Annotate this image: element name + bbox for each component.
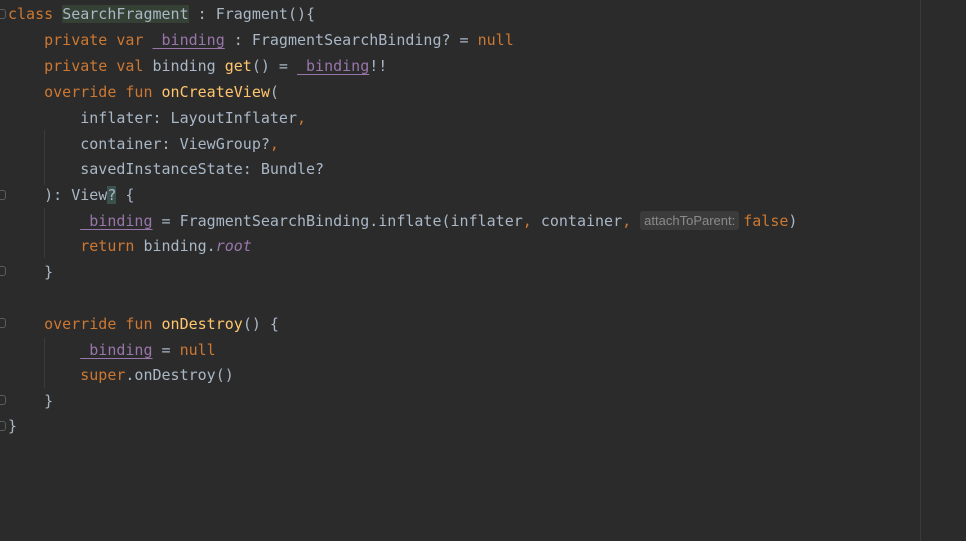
code-text: .onDestroy(): [125, 366, 234, 384]
code-text: }: [44, 263, 54, 281]
code-text: () {: [242, 315, 279, 333]
property: _binding: [297, 57, 370, 75]
code-line-3[interactable]: private val binding get() = _binding!!: [8, 54, 387, 79]
fold-marker-icon[interactable]: [0, 421, 6, 431]
code-text: !!: [369, 57, 388, 75]
code-text: {: [116, 186, 135, 204]
code-line-4[interactable]: override fun onCreateView(: [8, 80, 279, 105]
keyword: false: [743, 212, 789, 230]
code-text: binding: [152, 57, 225, 75]
code-text: = FragmentSearchBinding.inflate(inflater: [152, 212, 523, 230]
code-line-7[interactable]: savedInstanceState: Bundle?: [8, 157, 324, 182]
code-line-6[interactable]: container: ViewGroup?,: [8, 132, 279, 157]
code-line-9[interactable]: _binding = FragmentSearchBinding.inflate…: [8, 209, 797, 234]
function-name: onCreateView: [161, 83, 270, 101]
code-text: }: [44, 392, 54, 410]
keyword: private var: [44, 31, 153, 49]
punctuation: ,: [522, 212, 532, 230]
property: root: [215, 237, 252, 255]
code-text: }: [8, 417, 18, 435]
code-line-8[interactable]: ): View? {: [8, 183, 134, 208]
code-text: : Fragment(){: [188, 5, 316, 23]
parameter-hint: attachToParent:: [640, 211, 740, 230]
right-margin-guide: [920, 0, 921, 541]
code-text: ): [788, 212, 798, 230]
code-text: container: ViewGroup?: [80, 135, 270, 153]
function-name: get: [224, 57, 252, 75]
fold-gutter: [0, 0, 8, 541]
punctuation: ,: [269, 135, 279, 153]
code-editor[interactable]: class SearchFragment : Fragment(){ priva…: [0, 0, 966, 541]
keyword: override fun: [44, 315, 162, 333]
property: _binding: [80, 212, 153, 230]
code-line-2[interactable]: private var _binding : FragmentSearchBin…: [8, 28, 514, 53]
class-name: SearchFragment: [62, 5, 189, 23]
code-line-10[interactable]: return binding.root: [8, 234, 252, 259]
code-text: =: [152, 341, 180, 359]
code-text: () =: [251, 57, 297, 75]
fold-marker-icon[interactable]: [0, 190, 6, 200]
property: _binding: [152, 31, 225, 49]
code-text: binding.: [143, 237, 216, 255]
code-line-15[interactable]: super.onDestroy(): [8, 363, 234, 388]
code-line-14[interactable]: _binding = null: [8, 338, 216, 363]
fold-marker-icon[interactable]: [0, 266, 6, 276]
punctuation: ,: [622, 212, 632, 230]
keyword: null: [179, 341, 216, 359]
code-line-11[interactable]: }: [8, 260, 53, 285]
code-line-1[interactable]: class SearchFragment : Fragment(){: [8, 2, 315, 27]
code-text: (: [269, 83, 279, 101]
fold-marker-icon[interactable]: [0, 318, 6, 328]
punctuation: ,: [297, 109, 307, 127]
keyword: private val: [44, 57, 153, 75]
fold-marker-icon[interactable]: [0, 395, 6, 405]
code-text: inflater: LayoutInflater: [80, 109, 297, 127]
property: _binding: [80, 341, 153, 359]
code-text: ): View: [44, 186, 108, 204]
keyword: return: [80, 237, 144, 255]
function-name: onDestroy: [161, 315, 243, 333]
keyword: super: [80, 366, 126, 384]
code-text: container: [531, 212, 623, 230]
code-line-13[interactable]: override fun onDestroy() {: [8, 312, 279, 337]
code-line-5[interactable]: inflater: LayoutInflater,: [8, 106, 306, 131]
code-text: : FragmentSearchBinding? =: [224, 31, 478, 49]
keyword: null: [477, 31, 514, 49]
code-text: savedInstanceState: Bundle?: [80, 160, 325, 178]
fold-marker-icon[interactable]: [0, 9, 6, 19]
keyword: class: [8, 5, 54, 23]
code-line-17[interactable]: }: [8, 414, 17, 439]
code-line-16[interactable]: }: [8, 389, 53, 414]
keyword: override fun: [44, 83, 162, 101]
